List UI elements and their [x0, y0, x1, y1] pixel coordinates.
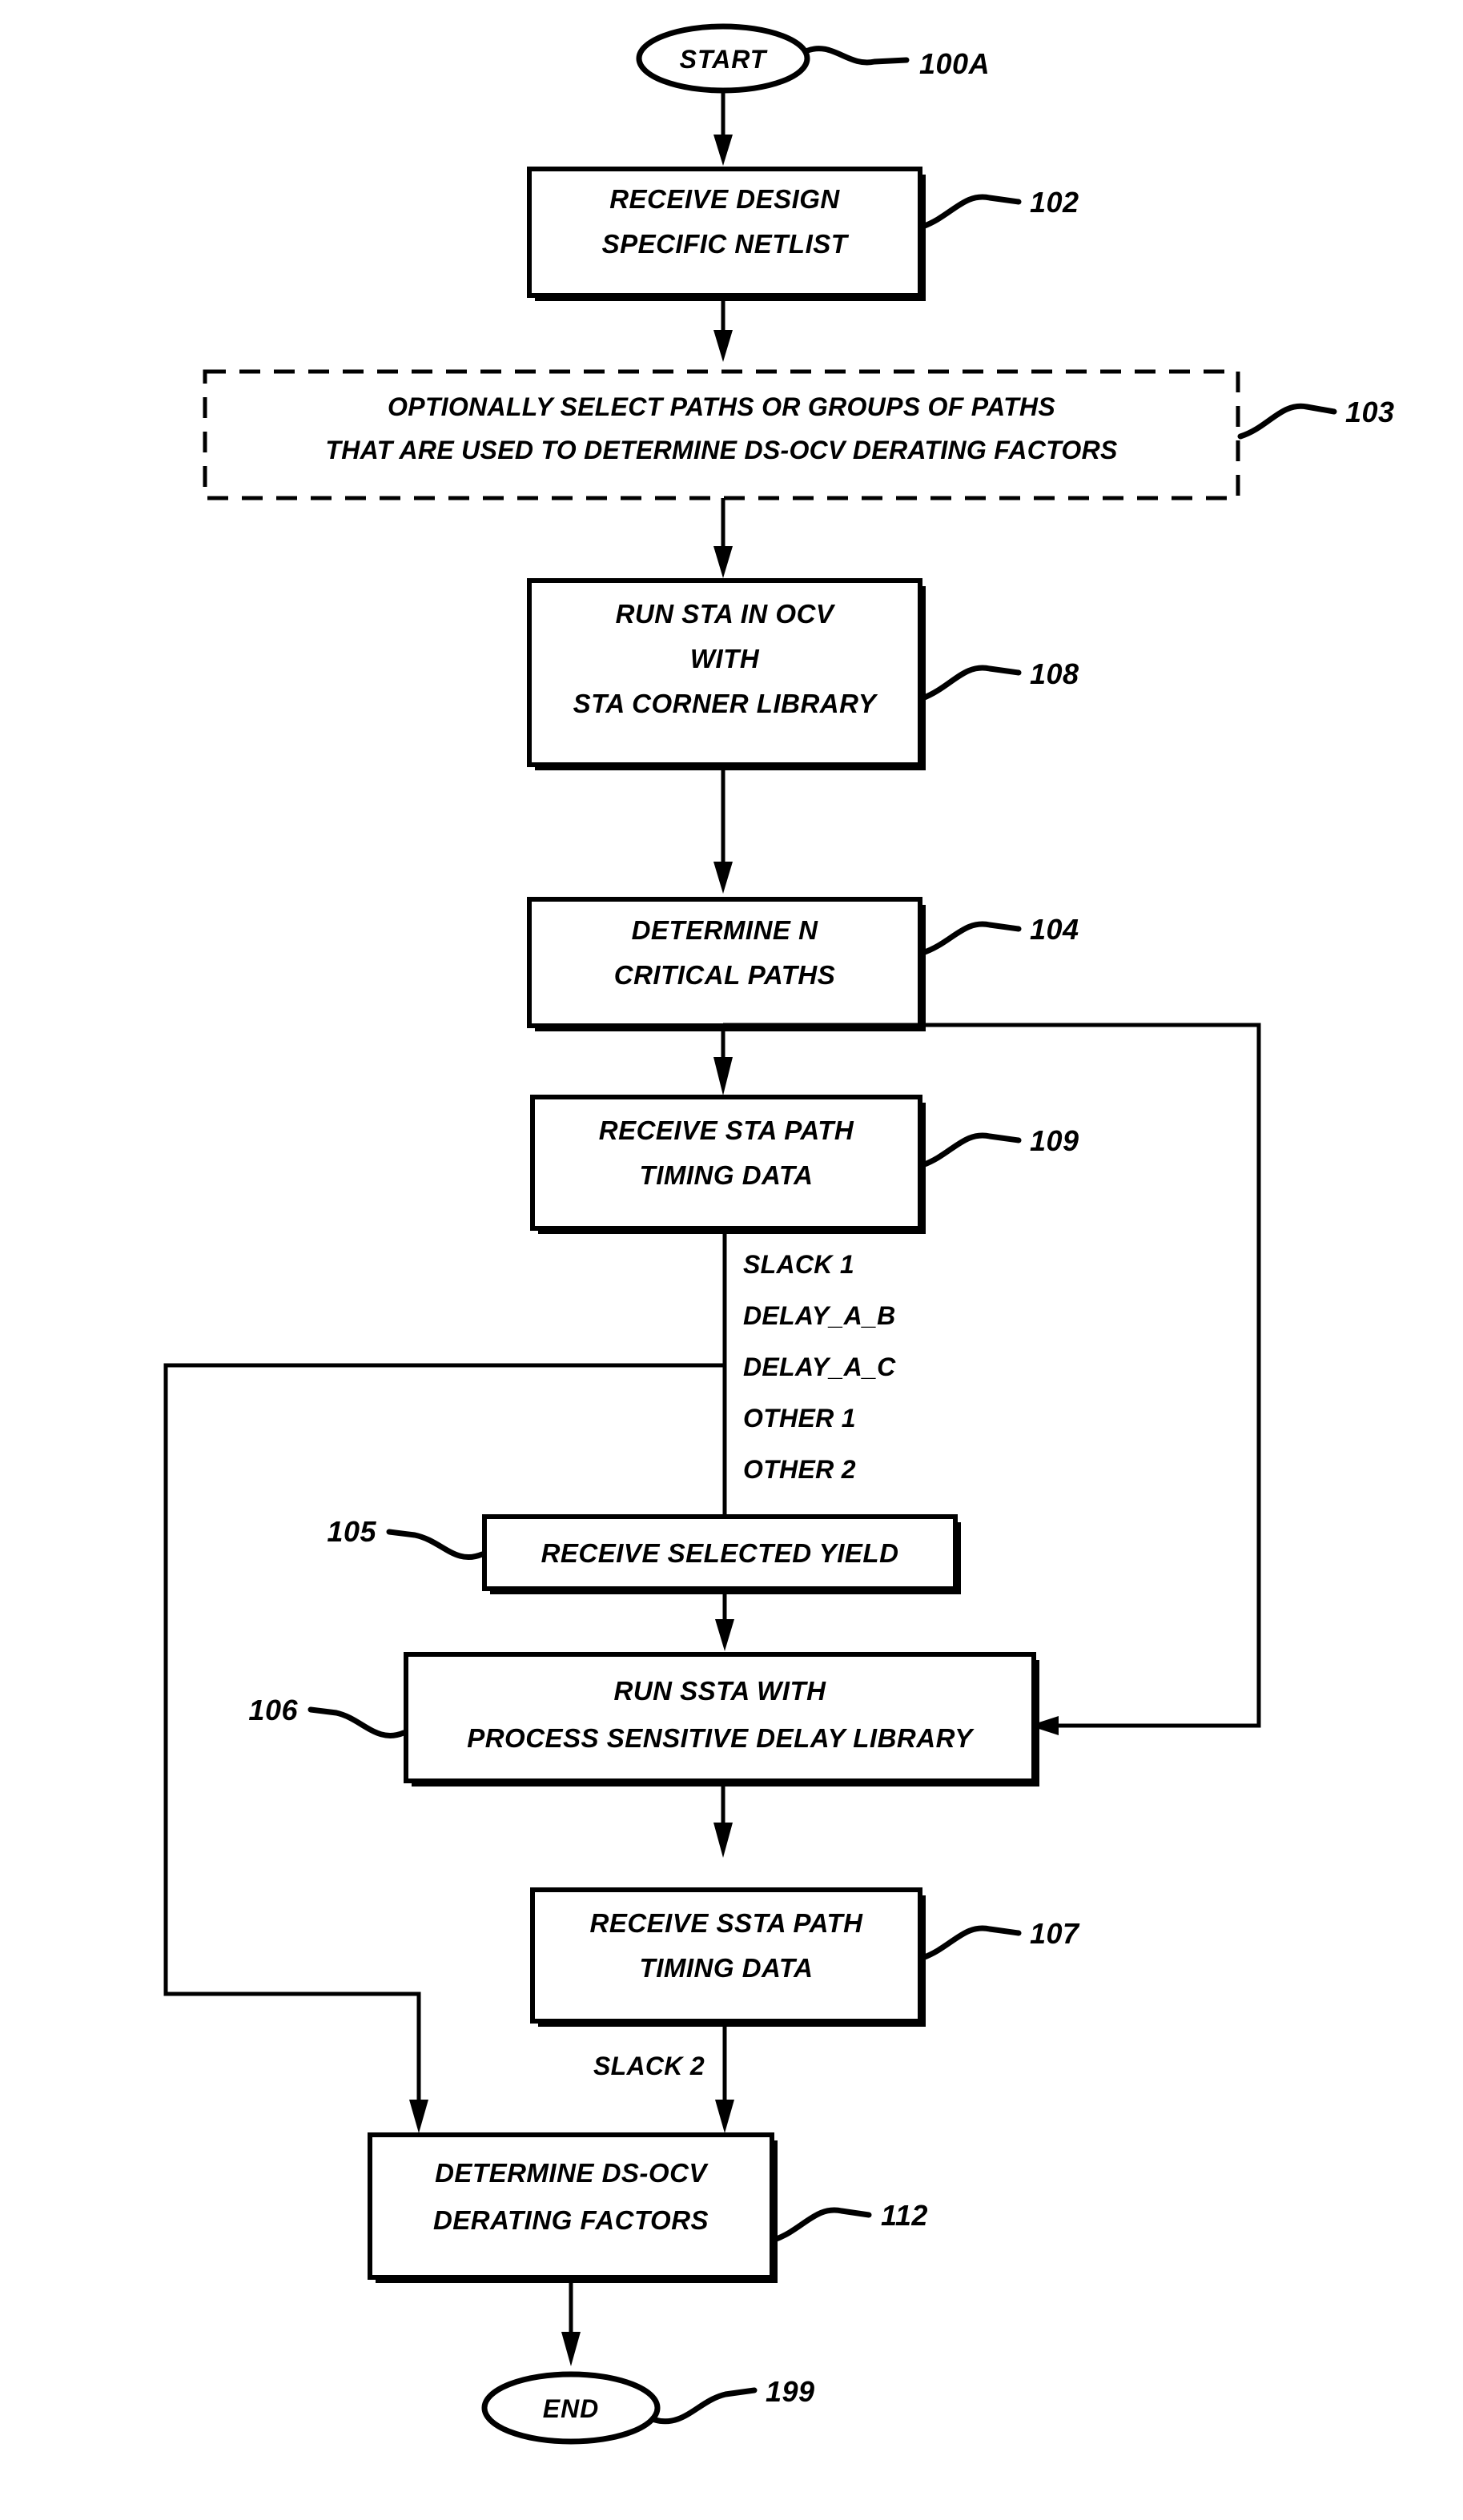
box-106-line1: RUN SSTA WITH — [614, 1676, 827, 1706]
sta-output-signal-labels: SLACK 1 DELAY_A_B DELAY_A_C OTHER 1 OTHE… — [743, 1250, 896, 1484]
edge-103-to-108 — [713, 498, 733, 578]
ref-label-106: 106 — [248, 1694, 298, 1726]
leader-line-103 — [1237, 403, 1337, 440]
node-112: DETERMINE DS-OCV DERATING FACTORS — [368, 2132, 778, 2283]
end-label: END — [543, 2394, 600, 2423]
signal-label-other1: OTHER 1 — [743, 1404, 856, 1433]
leader-line-102 — [919, 194, 1022, 230]
leader-line-105 — [386, 1529, 485, 1561]
ref-label-103: 103 — [1345, 396, 1395, 428]
signal-label-slack2: SLACK 2 — [593, 2052, 705, 2080]
box-104-line1: DETERMINE N — [632, 915, 819, 945]
signal-label-delay-a-c: DELAY_A_C — [743, 1352, 896, 1381]
box-112-line1: DETERMINE DS-OCV — [435, 2158, 709, 2188]
edge-108-to-104 — [713, 765, 733, 894]
box-112-line2: DERATING FACTORS — [433, 2205, 709, 2235]
signal-label-slack1: SLACK 1 — [743, 1250, 854, 1279]
edge-102-to-103 — [713, 295, 733, 362]
box-106-line2: PROCESS SENSITIVE DELAY LIBRARY — [467, 1723, 975, 1753]
box-104-line2: CRITICAL PATHS — [614, 960, 836, 990]
node-107: RECEIVE SSTA PATH TIMING DATA — [530, 1887, 926, 2027]
edge-start-to-102 — [713, 90, 733, 166]
box-108-line3: STA CORNER LIBRARY — [573, 689, 878, 718]
node-104: DETERMINE N CRITICAL PATHS — [527, 897, 926, 1031]
box-109-line2: TIMING DATA — [640, 1160, 814, 1190]
box-105-line1: RECEIVE SELECTED YIELD — [541, 1538, 899, 1568]
leader-line-109 — [919, 1132, 1022, 1168]
ref-label-105: 105 — [327, 1515, 376, 1548]
ref-label-108: 108 — [1030, 657, 1079, 690]
leader-line-199 — [652, 2387, 758, 2425]
box-107-line2: TIMING DATA — [640, 1953, 814, 1983]
ref-label-107: 107 — [1030, 1917, 1080, 1950]
box-103-line1: OPTIONALLY SELECT PATHS OR GROUPS OF PAT… — [388, 392, 1055, 421]
ref-label-199: 199 — [766, 2375, 815, 2408]
edge-107-to-112 — [715, 2021, 734, 2133]
node-start: START — [636, 23, 810, 94]
edge-106-to-107 — [713, 1781, 733, 1858]
box-102-line1: RECEIVE DESIGN — [609, 184, 840, 214]
start-label: START — [680, 45, 768, 74]
box-103-dashed — [203, 369, 1240, 500]
edge-104-to-109 — [713, 1026, 733, 1095]
node-108: RUN STA IN OCV WITH STA CORNER LIBRARY — [527, 578, 926, 770]
ref-label-104: 104 — [1030, 913, 1079, 946]
node-end: END — [481, 2371, 661, 2445]
ref-label-100a: 100A — [919, 47, 990, 80]
leader-line-112 — [771, 2207, 872, 2243]
signal-label-other2: OTHER 2 — [743, 1455, 856, 1484]
node-102: RECEIVE DESIGN SPECIFIC NETLIST — [527, 167, 926, 301]
signal-label-delay-a-b: DELAY_A_B — [743, 1301, 896, 1330]
leader-line-104 — [919, 921, 1022, 956]
node-106: RUN SSTA WITH PROCESS SENSITIVE DELAY LI… — [404, 1652, 1039, 1787]
box-108-line2: WITH — [690, 644, 760, 673]
node-109: RECEIVE STA PATH TIMING DATA — [530, 1095, 926, 1234]
ref-label-109: 109 — [1030, 1124, 1079, 1157]
box-109-line1: RECEIVE STA PATH — [599, 1115, 854, 1145]
box-108-line1: RUN STA IN OCV — [616, 599, 836, 629]
leader-line-108 — [919, 665, 1022, 701]
node-105: RECEIVE SELECTED YIELD — [482, 1514, 961, 1594]
leader-line-106 — [307, 1706, 407, 1738]
box-103-line2: THAT ARE USED TO DETERMINE DS-OCV DERATI… — [325, 436, 1118, 464]
ref-label-112: 112 — [881, 2199, 928, 2232]
leader-line-107 — [919, 1925, 1022, 1961]
flowchart-diagram: START 100A RECEIVE DESIGN SPECIFIC NETLI… — [0, 0, 1463, 2520]
box-102-line2: SPECIFIC NETLIST — [602, 229, 850, 259]
edge-112-to-end — [561, 2277, 581, 2366]
box-106 — [404, 1652, 1036, 1783]
box-107-line1: RECEIVE SSTA PATH — [590, 1908, 864, 1938]
ref-label-102: 102 — [1030, 186, 1079, 219]
leader-line-100a — [802, 46, 910, 66]
node-103: OPTIONALLY SELECT PATHS OR GROUPS OF PAT… — [203, 369, 1240, 500]
flowchart-canvas: START 100A RECEIVE DESIGN SPECIFIC NETLI… — [163, 23, 1395, 2445]
